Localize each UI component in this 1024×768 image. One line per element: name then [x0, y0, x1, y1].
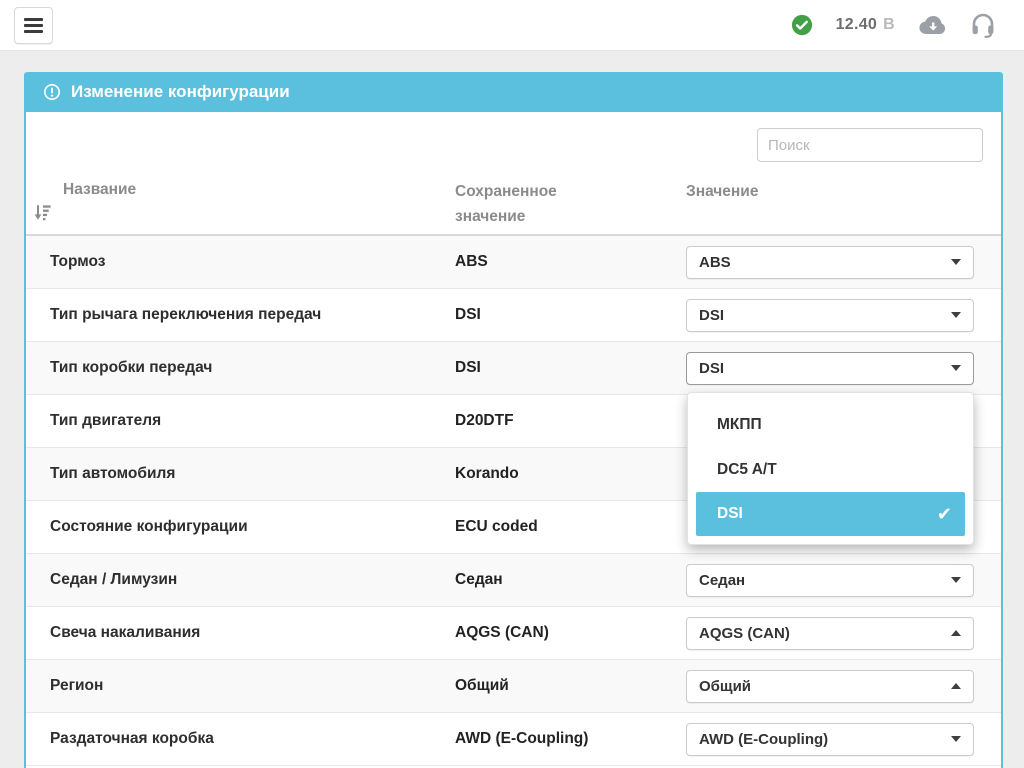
- search-input[interactable]: [757, 128, 983, 162]
- select-value: DSI: [699, 307, 724, 324]
- row-value-cell: AWD (E-Coupling): [686, 723, 974, 756]
- topbar: 12.40В: [0, 0, 1024, 51]
- menu-button[interactable]: [14, 7, 53, 44]
- row-saved-value: DSI: [455, 359, 686, 377]
- select-dropdown-menu: МКПП DC5 A/T DSI ✔: [687, 392, 974, 545]
- dropdown-option[interactable]: МКПП: [696, 402, 965, 447]
- row-saved-value: ABS: [455, 253, 686, 271]
- sort-amount-icon[interactable]: [33, 203, 53, 227]
- hamburger-icon: [24, 18, 43, 33]
- row-name: Тормоз: [50, 253, 455, 271]
- caret-down-icon: [951, 259, 961, 265]
- check-circle-icon: [791, 14, 813, 36]
- table-row: Свеча накаливания AQGS (CAN) AQGS (CAN): [26, 607, 1001, 660]
- row-name: Тип рычага переключения передач: [50, 306, 455, 324]
- caret-down-icon: [951, 365, 961, 371]
- row-saved-value: AWD (E-Coupling): [455, 730, 686, 748]
- search-row: [26, 112, 1001, 170]
- row-name: Состояние конфигурации: [50, 518, 455, 536]
- table-row: Седан / Лимузин Седан Седан: [26, 554, 1001, 607]
- row-name: Регион: [50, 677, 455, 695]
- row-value-cell: DSI: [686, 299, 974, 332]
- row-name: Раздаточная коробка: [50, 730, 455, 748]
- row-saved-value: Korando: [455, 465, 686, 483]
- row-saved-value: Седан: [455, 571, 686, 589]
- topbar-status-area: 12.40В: [791, 0, 996, 50]
- panel-header: Изменение конфигурации: [26, 72, 1001, 112]
- row-saved-value: D20DTF: [455, 412, 686, 430]
- column-header-name: Название: [33, 170, 455, 234]
- row-name: Тип двигателя: [50, 412, 455, 430]
- voltage-unit: В: [883, 16, 895, 33]
- select-value: ABS: [699, 254, 731, 271]
- check-icon: ✔: [937, 504, 952, 525]
- value-select[interactable]: AQGS (CAN): [686, 617, 974, 650]
- value-select[interactable]: Седан: [686, 564, 974, 597]
- row-saved-value: Общий: [455, 677, 686, 695]
- caret-up-icon: [951, 683, 961, 689]
- dropdown-option-label: DC5 A/T: [717, 461, 777, 479]
- table-row: Раздаточная коробка AWD (E-Coupling) AWD…: [26, 713, 1001, 766]
- select-value: Общий: [699, 678, 751, 695]
- table-header: Название Сохраненное значение Значение: [26, 170, 1001, 236]
- column-header-saved-value: Сохраненное значение: [455, 170, 605, 234]
- battery-voltage: 12.40В: [836, 16, 895, 34]
- row-value-cell: AQGS (CAN): [686, 617, 974, 650]
- table-row: Тип рычага переключения передач DSI DSI: [26, 289, 1001, 342]
- value-select[interactable]: Общий: [686, 670, 974, 703]
- row-name: Тип коробки передач: [50, 359, 455, 377]
- table-row: Тип коробки передач DSI DSI: [26, 342, 1001, 395]
- caret-down-icon: [951, 577, 961, 583]
- value-select[interactable]: DSI: [686, 352, 974, 385]
- row-value-cell: Общий: [686, 670, 974, 703]
- row-name: Тип автомобиля: [50, 465, 455, 483]
- column-label: Название: [63, 179, 455, 201]
- cloud-download-icon[interactable]: [918, 14, 947, 36]
- row-value-cell: ABS: [686, 246, 974, 279]
- row-saved-value: AQGS (CAN): [455, 624, 686, 642]
- headphones-icon[interactable]: [970, 12, 996, 39]
- table-row: Регион Общий Общий: [26, 660, 1001, 713]
- dropdown-option[interactable]: DSI ✔: [696, 492, 965, 536]
- row-saved-value: DSI: [455, 306, 686, 324]
- value-select[interactable]: ABS: [686, 246, 974, 279]
- table-row: Тормоз ABS ABS: [26, 236, 1001, 289]
- select-value: DSI: [699, 360, 724, 377]
- select-value: Седан: [699, 572, 745, 589]
- caret-up-icon: [951, 630, 961, 636]
- page-title: Изменение конфигурации: [71, 82, 290, 102]
- info-icon: [43, 83, 61, 101]
- value-select[interactable]: DSI: [686, 299, 974, 332]
- column-header-value: Значение: [686, 170, 974, 234]
- value-select[interactable]: AWD (E-Coupling): [686, 723, 974, 756]
- row-value-cell: DSI: [686, 352, 974, 385]
- caret-down-icon: [951, 736, 961, 742]
- dropdown-option-label: DSI: [717, 505, 743, 523]
- row-name: Седан / Лимузин: [50, 571, 455, 589]
- caret-down-icon: [951, 312, 961, 318]
- row-saved-value: ECU coded: [455, 518, 686, 536]
- dropdown-option-label: МКПП: [717, 416, 762, 434]
- row-value-cell: Седан: [686, 564, 974, 597]
- dropdown-option[interactable]: DC5 A/T: [696, 447, 965, 492]
- select-value: AQGS (CAN): [699, 625, 790, 642]
- select-value: AWD (E-Coupling): [699, 731, 828, 748]
- row-name: Свеча накаливания: [50, 624, 455, 642]
